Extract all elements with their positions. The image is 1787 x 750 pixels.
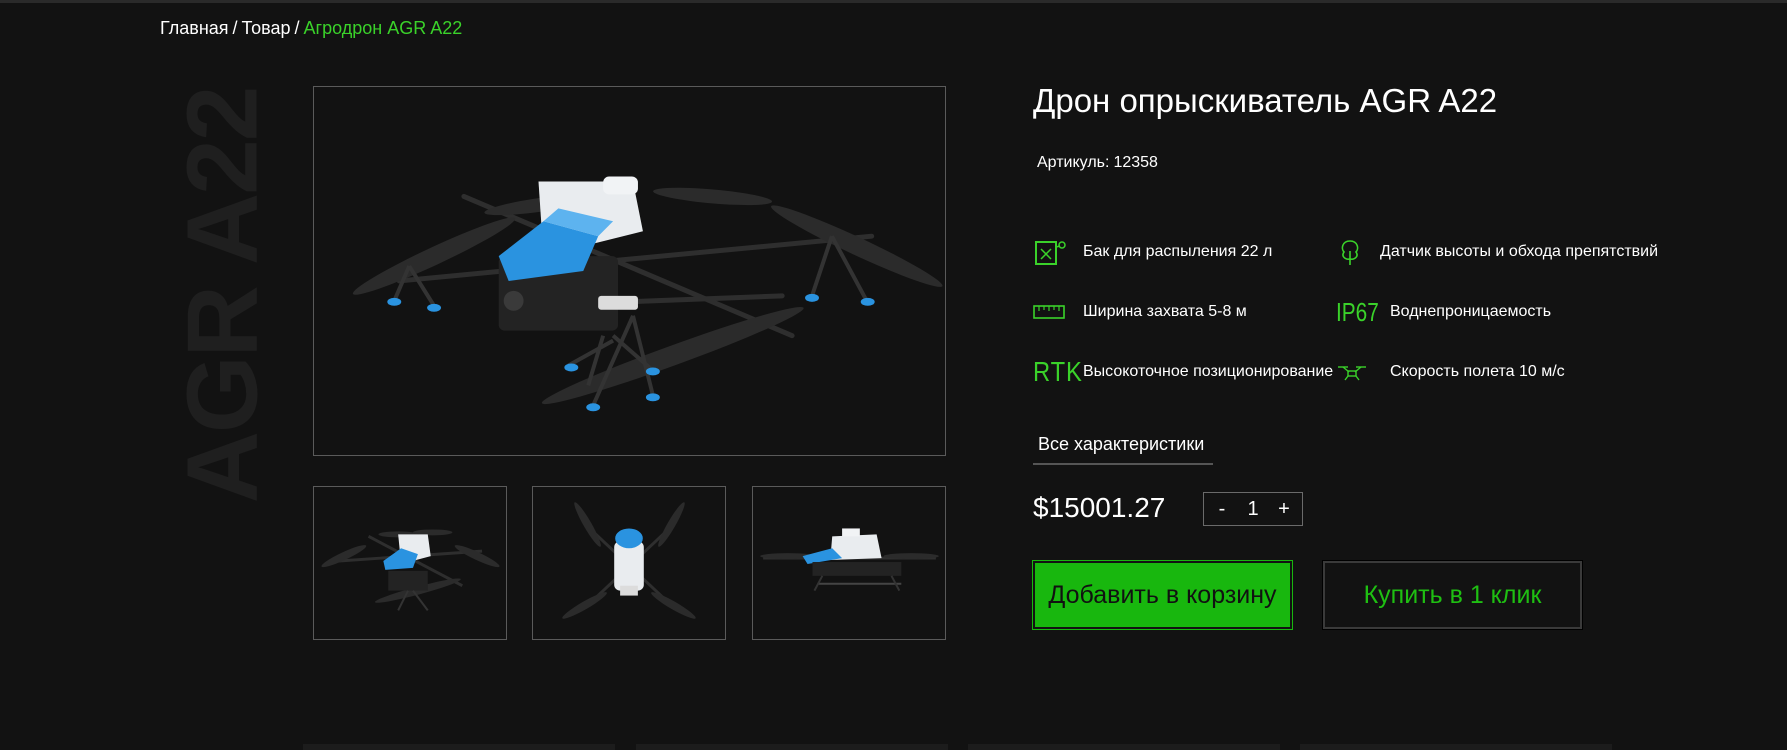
- article-value: 12358: [1113, 154, 1158, 171]
- quantity-value[interactable]: 1: [1247, 498, 1258, 521]
- rtk-icon-text: RTK: [1033, 356, 1083, 387]
- ruler-icon: [1033, 296, 1073, 328]
- feature-positioning: RTK Высокоточное позиционирование: [1033, 356, 1333, 388]
- add-to-cart-button[interactable]: Добавить в корзину: [1032, 560, 1293, 630]
- breadcrumb-separator: /: [294, 18, 300, 38]
- breadcrumb: Главная / Товар / Агродрон AGR A22: [160, 18, 462, 39]
- feature-swath-width: Ширина захвата 5-8 м: [1033, 296, 1247, 328]
- feature-text: Воднепроницаемость: [1390, 303, 1552, 320]
- bottom-card-edge: [968, 744, 1280, 750]
- feature-text: Ширина захвата 5-8 м: [1083, 303, 1247, 320]
- all-specs-link[interactable]: Все характеристики: [1033, 430, 1213, 465]
- ip67-icon: IP67: [1336, 296, 1380, 328]
- spray-tank-icon: [1033, 236, 1073, 268]
- breadcrumb-section-link[interactable]: Товар: [242, 18, 291, 38]
- feature-text: Скорость полета 10 м/с: [1390, 363, 1565, 380]
- drone-thumbnail-image: [562, 502, 696, 619]
- vertical-model-text: AGR A22: [166, 87, 279, 503]
- quantity-decrement-button[interactable]: -: [1214, 498, 1230, 521]
- breadcrumb-separator: /: [232, 18, 238, 38]
- bottom-card-edge: [636, 744, 948, 750]
- feature-height-sensor: Датчик высоты и обхода препятствий: [1336, 236, 1658, 268]
- thumbnail-1[interactable]: [313, 486, 507, 640]
- breadcrumb-current: Агродрон AGR A22: [303, 18, 463, 38]
- drone-icon: [1336, 356, 1380, 388]
- article-number: Артикуль: 12358: [1033, 154, 1158, 172]
- rtk-icon: RTK: [1033, 356, 1082, 388]
- thumbnail-3[interactable]: [752, 486, 946, 640]
- thumbnail-2[interactable]: [532, 486, 726, 640]
- main-product-image[interactable]: [313, 86, 946, 456]
- product-title: Дрон опрыскиватель AGR A22: [1033, 82, 1498, 119]
- buy-one-click-button[interactable]: Купить в 1 клик: [1322, 560, 1583, 630]
- drone-thumbnail-image: [321, 529, 500, 611]
- vertical-model-label: AGR A22: [158, 87, 288, 503]
- feature-waterproof: IP67 Воднепроницаемость: [1336, 296, 1551, 328]
- ip67-icon-text: IP67: [1336, 296, 1379, 327]
- feature-text: Высокоточное позиционирование: [1083, 363, 1334, 380]
- quantity-increment-button[interactable]: +: [1276, 498, 1292, 521]
- feature-spray-tank: Бак для распыления 22 л: [1033, 236, 1272, 268]
- product-price: $15001.27: [1033, 492, 1166, 523]
- quantity-stepper: - 1 +: [1203, 492, 1303, 526]
- bottom-card-edge: [303, 744, 615, 750]
- article-label: Артикуль:: [1037, 154, 1110, 171]
- feature-text: Бак для распыления 22 л: [1083, 243, 1273, 260]
- bottom-card-edge: [1300, 744, 1612, 750]
- feature-text: Датчик высоты и обхода препятствий: [1380, 243, 1659, 260]
- tree-sensor-icon: [1336, 236, 1370, 268]
- breadcrumb-home-link[interactable]: Главная: [160, 18, 229, 38]
- feature-flight-speed: Скорость полета 10 м/с: [1336, 356, 1565, 388]
- drone-thumbnail-image: [760, 528, 939, 592]
- drone-image: [352, 176, 943, 412]
- top-divider: [0, 0, 1787, 3]
